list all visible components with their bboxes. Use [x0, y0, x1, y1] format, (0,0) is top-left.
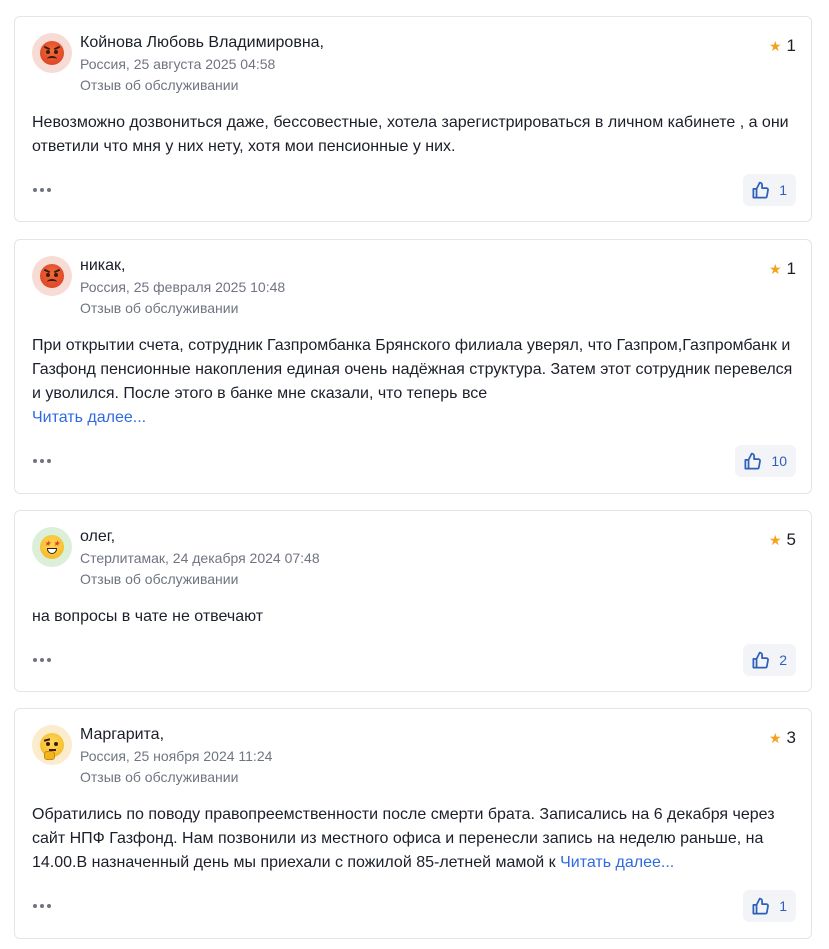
review-rating: ★ 1: [769, 259, 796, 279]
review-text: При открытии счета, сотрудник Газпромбан…: [32, 334, 794, 430]
review-rating: ★ 5: [769, 530, 796, 550]
review-text: Невозможно дозвониться даже, бессовестны…: [32, 111, 794, 159]
rating-value: 1: [786, 36, 796, 55]
review-category: Отзыв об обслуживании: [80, 571, 239, 587]
like-count: 1: [779, 898, 787, 914]
review-location-date: Россия, 25 августа 2025 04:58: [80, 56, 276, 72]
angry-face-icon: [40, 264, 64, 288]
review-card: ★ ★ олег, Стерлитамак, 24 декабря 2024 07…: [14, 510, 812, 692]
avatar: [32, 33, 72, 73]
thumbs-up-icon: [744, 452, 762, 469]
like-button[interactable]: 1: [743, 890, 796, 922]
dots-icon: [33, 658, 37, 662]
review-location-date: Стерлитамак, 24 декабря 2024 07:48: [80, 550, 320, 566]
rating-value: 5: [786, 530, 796, 549]
rating-value: 1: [786, 259, 796, 278]
star-icon: ★: [768, 261, 782, 277]
avatar: [32, 725, 72, 765]
like-button[interactable]: 2: [743, 644, 796, 676]
more-options-button[interactable]: [33, 459, 51, 463]
review-author: Маргарита,: [80, 726, 165, 743]
review-location-date: Россия, 25 февраля 2025 10:48: [80, 279, 286, 295]
review-category: Отзыв об обслуживании: [80, 769, 239, 785]
dots-icon: [33, 188, 37, 192]
more-options-button[interactable]: [33, 658, 51, 662]
review-text-body: Невозможно дозвониться даже, бессовестны…: [32, 114, 789, 155]
thinking-face-icon: [40, 733, 64, 760]
review-text-body: При открытии счета, сотрудник Газпромбан…: [32, 337, 793, 402]
dots-icon: [33, 904, 37, 908]
dots-icon: [33, 459, 37, 463]
more-options-button[interactable]: [33, 904, 51, 908]
review-author: никак,: [80, 257, 126, 274]
avatar: ★ ★: [32, 527, 72, 567]
star-struck-face-icon: ★ ★: [40, 535, 64, 559]
rating-value: 3: [786, 728, 796, 747]
review-card: Маргарита, Россия, 25 ноября 2024 11:24 …: [14, 708, 812, 939]
thumbs-up-icon: [752, 181, 770, 198]
review-category: Отзыв об обслуживании: [80, 77, 239, 93]
review-text: на вопросы в чате не отвечают: [32, 605, 794, 629]
read-more-link[interactable]: Читать далее...: [560, 854, 674, 871]
star-icon: ★: [768, 532, 782, 548]
star-icon: ★: [768, 38, 782, 54]
review-author: Койнова Любовь Владимировна,: [80, 34, 324, 51]
review-category: Отзыв об обслуживании: [80, 300, 239, 316]
review-card: Койнова Любовь Владимировна, Россия, 25 …: [14, 16, 812, 222]
review-rating: ★ 1: [769, 36, 796, 56]
review-author: олег,: [80, 528, 116, 545]
review-card: никак, Россия, 25 февраля 2025 10:48 Отз…: [14, 239, 812, 494]
review-text: Обратились по поводу правопреемственност…: [32, 803, 794, 875]
angry-face-icon: [40, 41, 64, 65]
review-rating: ★ 3: [769, 728, 796, 748]
thumbs-up-icon: [752, 651, 770, 668]
like-count: 2: [779, 652, 787, 668]
review-text-body: на вопросы в чате не отвечают: [32, 608, 264, 625]
more-options-button[interactable]: [33, 188, 51, 192]
star-icon: ★: [768, 730, 782, 746]
review-location-date: Россия, 25 ноября 2024 11:24: [80, 748, 273, 764]
like-count: 10: [771, 453, 787, 469]
avatar: [32, 256, 72, 296]
like-button[interactable]: 10: [735, 445, 796, 477]
like-button[interactable]: 1: [743, 174, 796, 206]
read-more-link[interactable]: Читать далее...: [32, 406, 794, 430]
thumbs-up-icon: [752, 897, 770, 914]
like-count: 1: [779, 182, 787, 198]
